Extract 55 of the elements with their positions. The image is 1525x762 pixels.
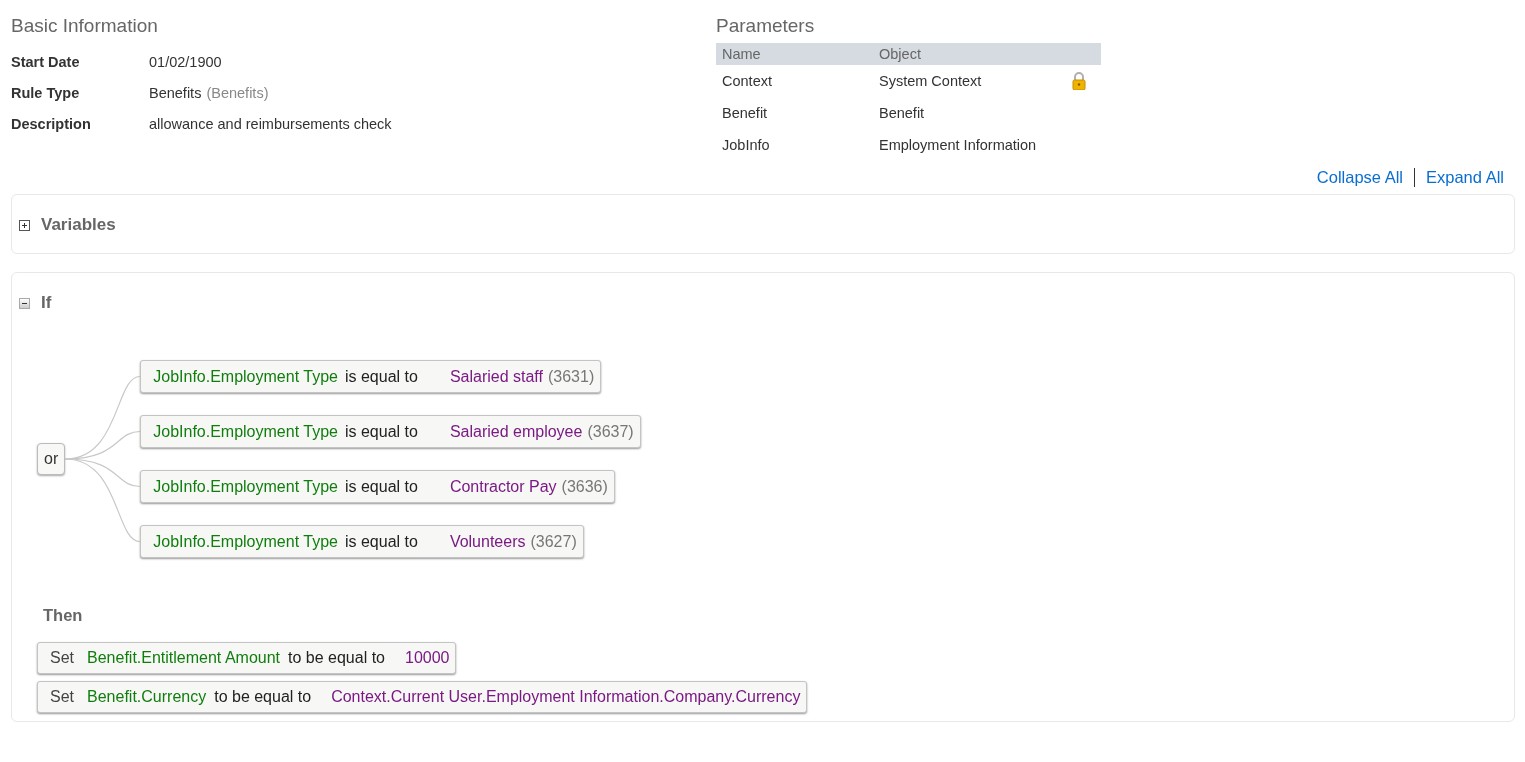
collapse-all-link[interactable]: Collapse All — [1316, 167, 1403, 187]
condition-field: JobInfo.Employment Type — [153, 367, 338, 386]
table-cell-text: Benefit — [721, 105, 769, 121]
condition-code: (3631) — [547, 367, 595, 386]
condition-value: Salaried staff — [449, 367, 543, 386]
collapse-toggle-icon[interactable] — [19, 297, 30, 309]
table-cell-text: Employment Information — [879, 137, 1038, 153]
expand-toggle-icon[interactable] — [19, 219, 30, 231]
condition-operator: is equal to — [344, 532, 418, 551]
action-box[interactable]: Set Benefit.Entitlement Amount to be equal to 10000 — [37, 642, 457, 674]
expand-all-link[interactable]: Expand All — [1426, 167, 1504, 187]
condition-code: (3627) — [530, 532, 577, 551]
action-verb: Set — [50, 688, 74, 706]
condition-box[interactable]: JobInfo.Employment Type is equal to Volunteers (3627) — [140, 525, 584, 558]
field-label: Description — [11, 116, 92, 132]
action-operator: to be equal to — [214, 688, 312, 706]
section-title: Parameters — [716, 15, 816, 37]
then-title: Then — [43, 606, 84, 625]
action-verb: Set — [50, 649, 74, 667]
action-field: Benefit.Entitlement Amount — [87, 649, 280, 667]
field-label: Start Date — [11, 54, 81, 70]
condition-value: Salaried employee — [449, 422, 583, 441]
action-value: 10000 — [405, 649, 450, 667]
field-value: 01/02/1900 — [149, 54, 222, 70]
action-operator: to be equal to — [288, 649, 385, 667]
column-header: Name — [721, 46, 762, 62]
condition-field: JobInfo.Employment Type — [153, 532, 338, 551]
panel-title: Variables — [41, 215, 116, 235]
condition-box[interactable]: JobInfo.Employment Type is equal to Contractor Pay (3636) — [140, 470, 615, 503]
condition-operator: is equal to — [344, 477, 418, 496]
field-value: allowance and reimbursements check — [149, 116, 392, 132]
condition-field: JobInfo.Employment Type — [153, 422, 338, 441]
condition-code: (3637) — [587, 422, 634, 441]
condition-box[interactable]: JobInfo.Employment Type is equal to Salaried employee (3637) — [140, 415, 641, 448]
action-field: Benefit.Currency — [87, 688, 207, 706]
condition-operator: is equal to — [344, 367, 418, 386]
action-value: Context.Current User.Employment Information.Company.Currency — [331, 688, 801, 706]
field-code: (Benefits) — [206, 85, 269, 101]
condition-value: Contractor Pay — [449, 477, 557, 496]
condition-operator: is equal to — [344, 422, 418, 441]
condition-code: (3636) — [561, 477, 608, 496]
table-cell-text: Context — [721, 73, 773, 89]
condition-box[interactable]: JobInfo.Employment Type is equal to Salaried staff (3631) — [140, 360, 602, 393]
column-header: Object — [879, 46, 922, 62]
condition-value: Volunteers — [449, 532, 526, 551]
field-label: Rule Type — [11, 85, 81, 101]
condition-field: JobInfo.Employment Type — [153, 477, 338, 496]
table-cell-text: JobInfo — [721, 137, 771, 153]
action-box[interactable]: Set Benefit.Currency to be equal to Context.Current User.Employment Information.Company.Currency — [37, 681, 808, 713]
field-value: Benefits — [149, 85, 202, 101]
table-cell-text: Benefit — [879, 105, 926, 121]
operator-node[interactable]: or — [37, 443, 66, 475]
panel-title: If — [41, 293, 52, 313]
table-cell-text: System Context — [879, 73, 983, 89]
section-title: Basic Information — [11, 15, 159, 37]
